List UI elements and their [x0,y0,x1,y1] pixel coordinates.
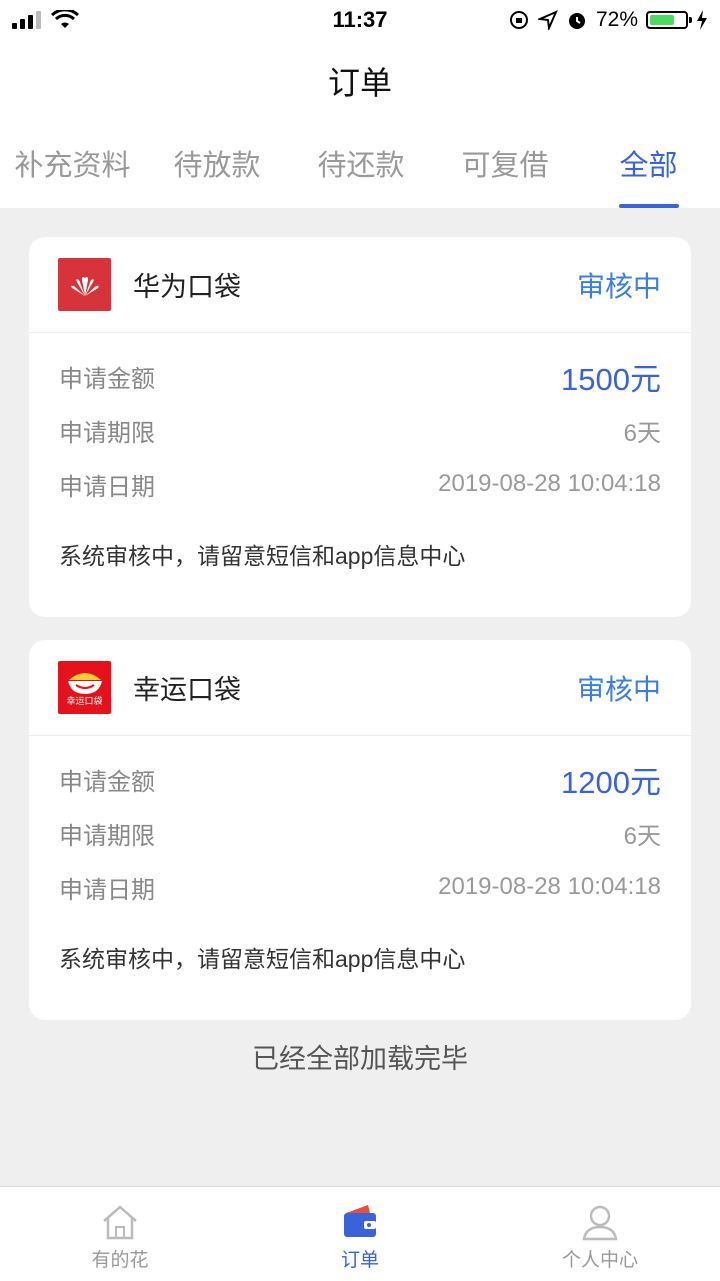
term-value: 6天 [623,419,661,447]
tabbar-label: 个人中心 [561,1250,638,1271]
amount-label: 申请金额 [59,365,155,393]
order-status: 审核中 [576,270,661,302]
logo-caption: 幸运口袋 [66,695,103,706]
tab-label: 补充资料 [14,150,131,182]
date-value: 2019-08-28 10:04:18 [438,873,661,900]
load-complete-message: 已经全部加载完毕 [252,1044,468,1074]
tabbar-item-home[interactable]: 有的花 [0,1187,240,1281]
tabbar-label: 订单 [340,1250,379,1271]
charging-icon [697,10,707,30]
date-label: 申请日期 [59,876,155,904]
date-row: 申请日期 2019-08-28 10:04:18 [59,457,661,511]
order-card-body: 申请金额 1500元 申请期限 6天 申请日期 2019-08-28 10:04… [29,333,691,617]
order-note: 系统审核中，请留意短信和app信息中心 [59,543,466,569]
status-right: 72% [508,8,708,32]
page-header: 订单 [0,40,720,122]
location-icon [537,10,558,30]
tab-pending-loan[interactable]: 待放款 [145,122,289,208]
amount-row: 申请金额 1500元 [59,349,661,403]
battery-percent: 72% [595,8,638,31]
term-row: 申请期限 6天 [59,403,661,457]
status-left [12,10,79,30]
tab-label: 待还款 [317,150,405,182]
order-card[interactable]: 幸运口袋 幸运口袋 审核中 申请金额 1200元 申请期限 6天 申请日期 20… [29,640,691,1020]
wifi-icon [51,10,79,28]
lucky-pocket-logo-icon: 幸运口袋 [58,661,111,714]
page-title: 订单 [327,65,392,101]
term-label: 申请期限 [59,419,155,447]
order-card-header: 华为口袋 审核中 [29,237,691,333]
term-value: 6天 [623,822,661,850]
order-card-body: 申请金额 1200元 申请期限 6天 申请日期 2019-08-28 10:04… [29,736,691,1020]
order-card-header: 幸运口袋 幸运口袋 审核中 [29,640,691,736]
order-status: 审核中 [576,673,661,705]
user-icon [582,1205,618,1241]
tab-label: 全部 [619,150,678,182]
tabbar-item-orders[interactable]: 订单 [240,1187,480,1281]
amount-row: 申请金额 1200元 [59,752,661,806]
alarm-icon [568,13,585,29]
date-row: 申请日期 2019-08-28 10:04:18 [59,860,661,914]
status-bar: 11:37 72% [0,0,720,40]
tabbar-item-profile[interactable]: 个人中心 [480,1187,720,1281]
order-card[interactable]: 华为口袋 审核中 申请金额 1500元 申请期限 6天 申请日期 2019-08… [29,237,691,617]
tab-pending-repay[interactable]: 待还款 [289,122,433,208]
bottom-tab-bar: 有的花 订单 个人中心 [0,1186,720,1281]
battery-icon [646,11,692,29]
amount-value: 1200元 [561,764,661,800]
date-label: 申请日期 [59,473,155,501]
amount-value: 1500元 [561,361,661,397]
tab-all[interactable]: 全部 [577,122,720,208]
tab-label: 可复借 [461,150,549,182]
term-label: 申请期限 [59,822,155,850]
tabbar-label: 有的花 [91,1250,149,1271]
orientation-lock-icon [509,11,528,29]
tab-supplement[interactable]: 补充资料 [0,122,145,208]
wallet-icon [344,1205,376,1237]
order-product-name: 幸运口袋 [133,675,241,705]
date-value: 2019-08-28 10:04:18 [438,470,661,497]
home-icon [103,1205,137,1240]
huawei-logo-icon [58,258,111,311]
tab-label: 待放款 [173,150,261,182]
signal-icon [12,11,41,29]
amount-label: 申请金额 [59,768,155,796]
order-tabs: 补充资料 待放款 待还款 可复借 全部 [0,122,720,208]
order-product-name: 华为口袋 [133,272,241,302]
term-row: 申请期限 6天 [59,806,661,860]
order-note: 系统审核中，请留意短信和app信息中心 [59,946,466,972]
tab-reborrow[interactable]: 可复借 [433,122,577,208]
